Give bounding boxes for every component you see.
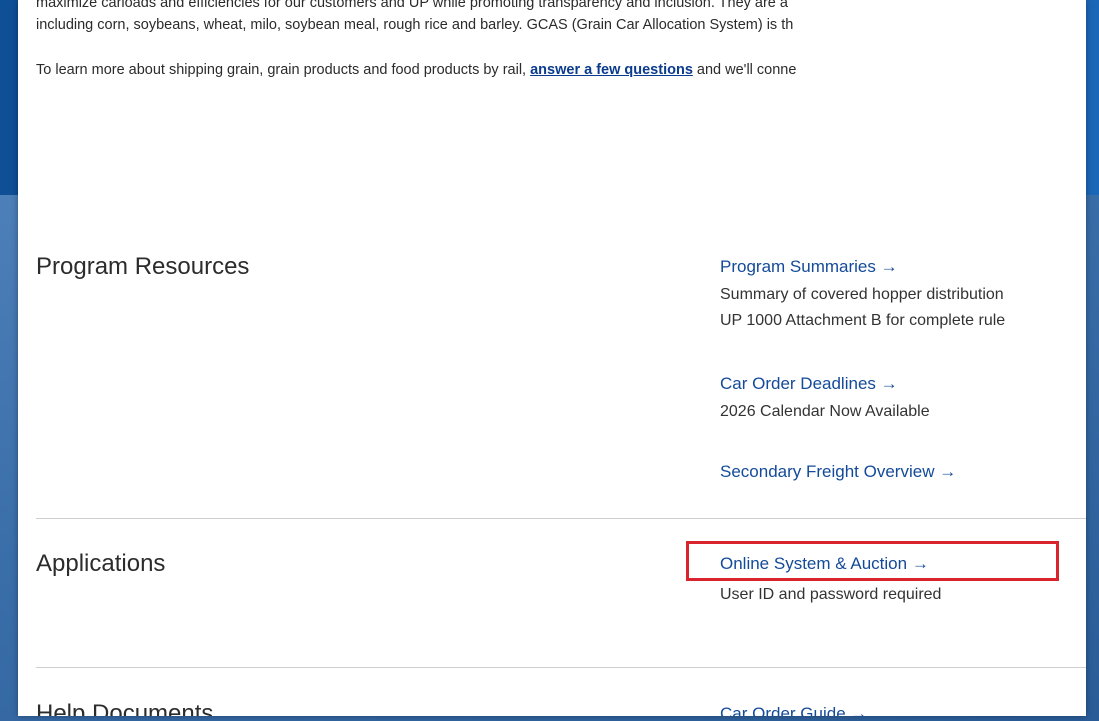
online-system-auction-link[interactable]: Online System & Auction → xyxy=(720,554,929,574)
section-divider xyxy=(36,667,1086,668)
program-summaries-desc-2: UP 1000 Attachment B for complete rule xyxy=(720,312,1006,329)
intro-text-line-1: maximize carloads and efficiencies for o… xyxy=(36,0,788,11)
program-summaries-desc-1: Summary of covered hopper distribution xyxy=(720,286,1004,303)
car-order-deadlines-desc: 2026 Calendar Now Available xyxy=(720,403,930,420)
content-panel: maximize carloads and efficiencies for o… xyxy=(18,0,1086,716)
intro-line-3-suffix: and we'll conne xyxy=(692,62,797,78)
intro-line-3-prefix: To learn more about shipping grain, grai… xyxy=(36,62,531,78)
online-system-auction-desc: User ID and password required xyxy=(720,586,942,603)
section-title-applications: Applications xyxy=(36,550,166,577)
section-title-program-resources: Program Resources xyxy=(36,253,250,280)
intro-text-line-2: including corn, soybeans, wheat, milo, s… xyxy=(36,17,794,33)
program-summaries-link[interactable]: Program Summaries → xyxy=(720,257,898,277)
car-order-deadlines-link[interactable]: Car Order Deadlines → xyxy=(720,374,898,394)
secondary-freight-overview-link[interactable]: Secondary Freight Overview → xyxy=(720,462,956,482)
intro-text-line-3: To learn more about shipping grain, grai… xyxy=(36,62,1086,78)
section-title-help-documents: Help Documents xyxy=(36,700,214,716)
section-divider xyxy=(36,518,1086,519)
car-order-guide-link[interactable]: Car Order Guide → xyxy=(720,704,867,716)
answer-questions-link[interactable]: answer a few questions xyxy=(530,62,693,78)
